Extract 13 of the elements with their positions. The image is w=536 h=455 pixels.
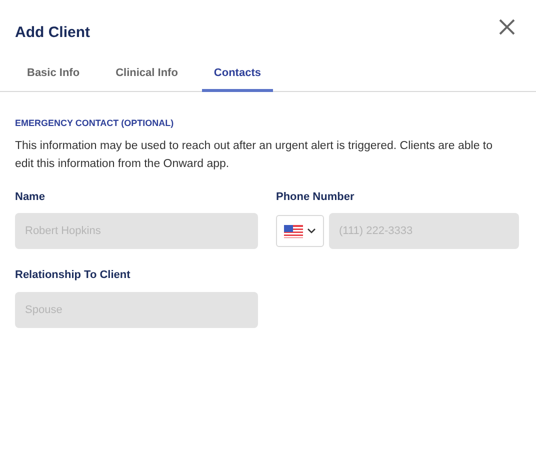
dialog-title: Add Client: [15, 23, 90, 43]
close-icon[interactable]: [498, 18, 516, 36]
field-label: Name: [15, 190, 46, 204]
section-description: This information may be used to reach out after an urgent alert is triggered. Clients are able to edit this information from the Onward app.: [15, 138, 494, 172]
country-code-dropdown[interactable]: [276, 215, 324, 247]
field-label: Phone Number: [276, 190, 356, 204]
flag-icon: [284, 224, 303, 238]
section-heading: EMERGENCY CONTACT (OPTIONAL): [15, 117, 175, 130]
tab[interactable]: Basic Info: [15, 64, 92, 92]
tab[interactable]: Contacts: [202, 64, 273, 92]
tab[interactable]: Clinical Info: [104, 64, 190, 92]
chevron-down-icon: [307, 228, 316, 234]
field-label: Relationship To Client: [15, 268, 132, 283]
